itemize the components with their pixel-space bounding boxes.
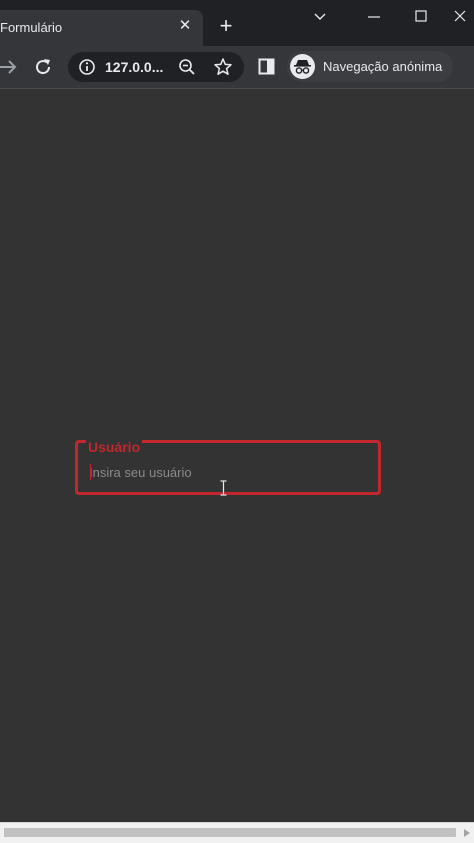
address-bar[interactable]: 127.0.0... xyxy=(68,52,244,82)
plus-icon[interactable]: + xyxy=(214,15,238,39)
side-panel-icon[interactable] xyxy=(258,58,275,75)
horizontal-scrollbar[interactable] xyxy=(0,822,474,843)
close-icon[interactable]: ✕ xyxy=(175,16,195,36)
username-input[interactable] xyxy=(89,462,369,482)
tab-title: Formulário xyxy=(0,20,63,35)
browser-titlebar: Formulário ✕ + xyxy=(0,0,474,46)
scroll-right-arrow-icon[interactable] xyxy=(463,828,471,838)
info-icon[interactable] xyxy=(78,58,96,76)
incognito-label: Navegação anónima xyxy=(323,59,443,74)
incognito-chip[interactable]: Navegação anónima xyxy=(287,51,453,82)
maximize-icon[interactable] xyxy=(407,6,435,28)
browser-tab[interactable]: Formulário ✕ xyxy=(0,10,203,46)
avatar xyxy=(290,54,315,79)
text-caret xyxy=(90,464,91,480)
browser-toolbar: 127.0.0... Navegação anónima xyxy=(0,46,474,89)
reload-icon[interactable] xyxy=(33,57,53,77)
minimize-icon[interactable] xyxy=(360,6,388,28)
incognito-icon xyxy=(294,60,311,74)
username-label: Usuário xyxy=(86,439,143,455)
url-text: 127.0.0... xyxy=(105,59,164,75)
text-cursor-icon xyxy=(220,480,227,496)
zoom-out-icon[interactable] xyxy=(178,58,196,76)
star-icon[interactable] xyxy=(213,57,233,77)
close-icon[interactable] xyxy=(446,6,474,28)
chevron-down-icon[interactable] xyxy=(306,6,334,28)
forward-arrow-icon[interactable] xyxy=(0,57,18,77)
scrollbar-thumb[interactable] xyxy=(4,828,456,837)
